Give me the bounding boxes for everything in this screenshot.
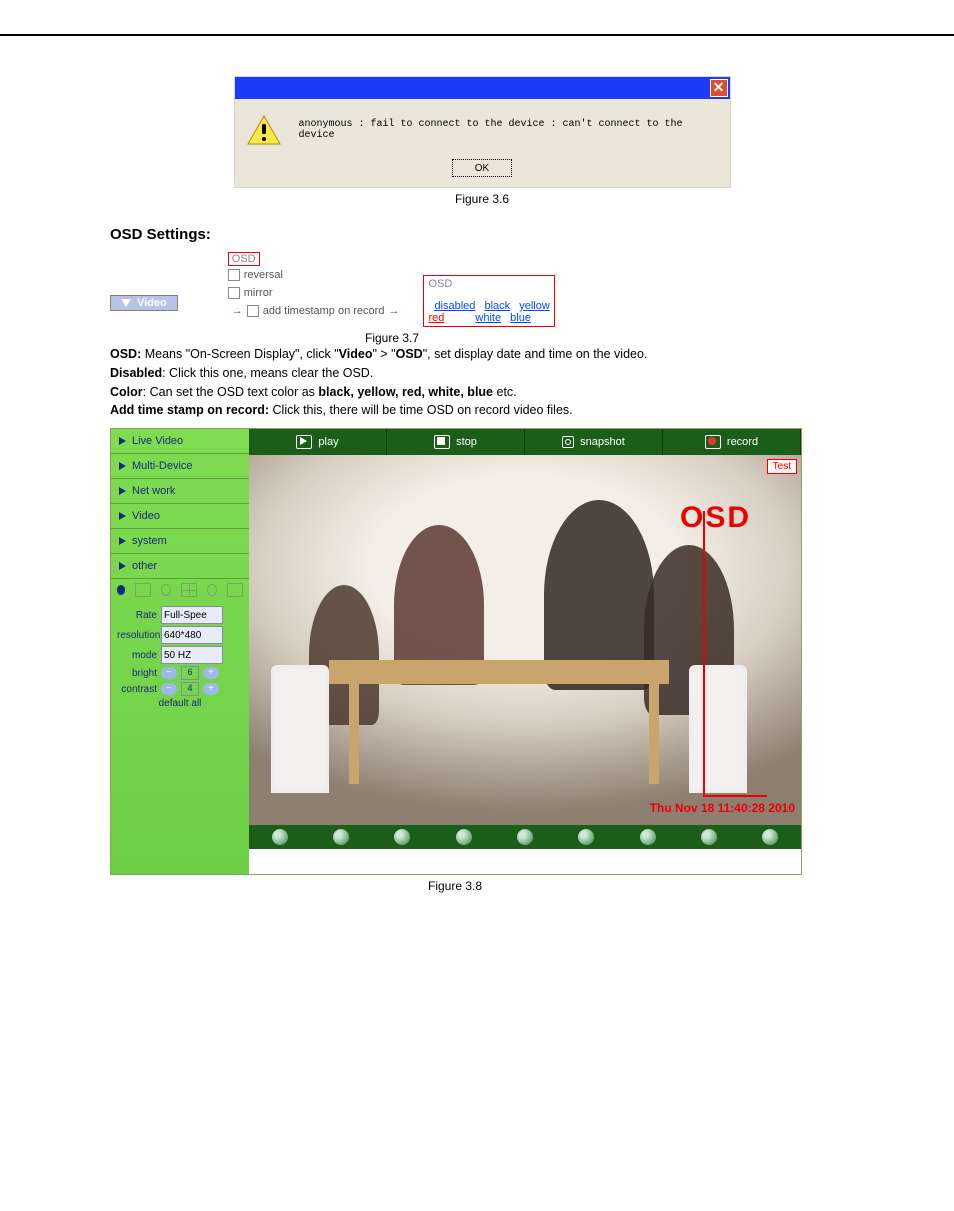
- timestamp-overlay: Thu Nov 18 11:40:28 2010: [650, 801, 795, 815]
- arrow-right-icon: →: [232, 305, 243, 317]
- sidebar-item-system[interactable]: system: [111, 529, 249, 554]
- resolution-label: resolution: [117, 630, 157, 641]
- annotation-line: [705, 795, 767, 797]
- close-icon[interactable]: ✕: [710, 79, 728, 97]
- layout-9up-icon: [227, 583, 243, 597]
- figure-caption-36: Figure 3.6: [110, 192, 854, 206]
- sidebar-item-network[interactable]: Net work: [111, 479, 249, 504]
- error-dialog: ✕ anonymous : fail to connect to the dev…: [234, 76, 731, 188]
- contrast-label: contrast: [117, 684, 157, 695]
- ptz-button[interactable]: [333, 829, 349, 845]
- checkbox-icon: [228, 269, 240, 281]
- color-red[interactable]: red: [428, 312, 444, 324]
- snapshot-button[interactable]: snapshot: [525, 429, 663, 455]
- warning-icon: [247, 115, 281, 145]
- ptz-button[interactable]: [701, 829, 717, 845]
- sidebar-item-video[interactable]: Video: [110, 295, 178, 311]
- ptz-button[interactable]: [394, 829, 410, 845]
- rate-select[interactable]: [161, 606, 223, 624]
- color-black[interactable]: black: [484, 300, 510, 312]
- mode-label: mode: [117, 650, 157, 661]
- osd-settings-heading: OSD Settings:: [110, 226, 854, 243]
- ptz-button[interactable]: [272, 829, 288, 845]
- chevron-right-icon: [119, 512, 126, 520]
- chevron-right-icon: [119, 562, 126, 570]
- ptz-button[interactable]: [762, 829, 778, 845]
- radio-empty-icon: [161, 584, 171, 596]
- color-white[interactable]: white: [475, 312, 501, 324]
- plus-icon[interactable]: +: [203, 683, 219, 695]
- chevron-right-icon: [119, 437, 126, 445]
- dialog-message: anonymous : fail to connect to the devic…: [299, 115, 718, 141]
- sidebar-item-other[interactable]: other: [111, 554, 249, 579]
- chevron-right-icon: [119, 537, 126, 545]
- radio-selected-icon: [117, 585, 125, 595]
- stop-button[interactable]: stop: [387, 429, 525, 455]
- arrow-right-icon: →: [388, 305, 399, 317]
- paragraph-osd: OSD: Means "On-Screen Display", click "V…: [110, 345, 854, 364]
- osd-text-overlay: OSD: [680, 501, 751, 535]
- paragraph-add-ts: Add time stamp on record: Click this, th…: [110, 401, 854, 420]
- ok-button[interactable]: OK: [452, 159, 512, 177]
- camera-icon: [562, 436, 574, 448]
- checkbox-icon: [247, 305, 259, 317]
- camera-app: Live Video Multi-Device Net work Video s…: [110, 428, 802, 875]
- contrast-value: 4: [181, 682, 199, 696]
- figure-caption-38: Figure 3.8: [110, 879, 800, 893]
- option-add-timestamp[interactable]: → add timestamp on record →: [228, 302, 404, 320]
- chevron-down-icon: [121, 299, 131, 307]
- sidebar-item-multi-device[interactable]: Multi-Device: [111, 454, 249, 479]
- ptz-button[interactable]: [640, 829, 656, 845]
- function-bar: play stop snapshot record: [249, 429, 801, 455]
- bright-value: 6: [181, 666, 199, 680]
- test-label-overlay: Test: [767, 459, 797, 474]
- sidebar-item-live-video[interactable]: Live Video: [111, 429, 249, 454]
- layout-4up-icon: [181, 583, 197, 597]
- dialog-title-bar: ✕: [235, 77, 730, 99]
- video-viewport: Test OSD Thu Nov 18 11:40:28 2010: [249, 455, 801, 825]
- osd-settings-block: Video OSD reversal mirror → add timestam…: [110, 251, 854, 327]
- paragraph-disabled: Disabled: Click this one, means clear th…: [110, 364, 854, 383]
- option-mirror[interactable]: mirror: [228, 284, 404, 302]
- record-icon: [705, 435, 721, 449]
- mode-select[interactable]: [161, 646, 223, 664]
- annotation-line: [703, 511, 705, 797]
- play-button[interactable]: play: [249, 429, 387, 455]
- checkbox-icon: [228, 287, 240, 299]
- layout-picker[interactable]: [111, 579, 249, 601]
- color-blue[interactable]: blue: [510, 312, 531, 324]
- sidebar: Live Video Multi-Device Net work Video s…: [111, 429, 249, 874]
- play-icon: [296, 435, 312, 449]
- bright-label: bright: [117, 668, 157, 679]
- rate-label: Rate: [117, 610, 157, 621]
- chevron-right-icon: [119, 487, 126, 495]
- ptz-control-strip: [249, 825, 801, 849]
- resolution-select[interactable]: [161, 626, 223, 644]
- plus-icon[interactable]: +: [203, 667, 219, 679]
- option-reversal[interactable]: reversal: [228, 266, 404, 284]
- osd-title-box: OSD: [228, 252, 260, 266]
- color-disabled[interactable]: disabled: [434, 300, 475, 312]
- minus-icon[interactable]: −: [161, 667, 177, 679]
- record-button[interactable]: record: [663, 429, 801, 455]
- osd-color-popup: OSD disabled black yellow red white blue: [423, 275, 554, 327]
- paragraph-color: Color: Can set the OSD text color as bla…: [110, 383, 854, 402]
- figure-caption-37: Figure 3.7: [0, 331, 854, 345]
- ptz-button[interactable]: [456, 829, 472, 845]
- stop-icon: [434, 435, 450, 449]
- color-yellow[interactable]: yellow: [519, 300, 550, 312]
- chevron-right-icon: [119, 462, 126, 470]
- minus-icon[interactable]: −: [161, 683, 177, 695]
- layout-1up-icon: [135, 583, 151, 597]
- ptz-button[interactable]: [578, 829, 594, 845]
- radio-empty-icon: [207, 584, 217, 596]
- default-all-link[interactable]: default all: [159, 698, 202, 709]
- ptz-button[interactable]: [517, 829, 533, 845]
- video-controls: Rate resolution mode bright − 6 + contra…: [111, 601, 249, 714]
- sidebar-item-video[interactable]: Video: [111, 504, 249, 529]
